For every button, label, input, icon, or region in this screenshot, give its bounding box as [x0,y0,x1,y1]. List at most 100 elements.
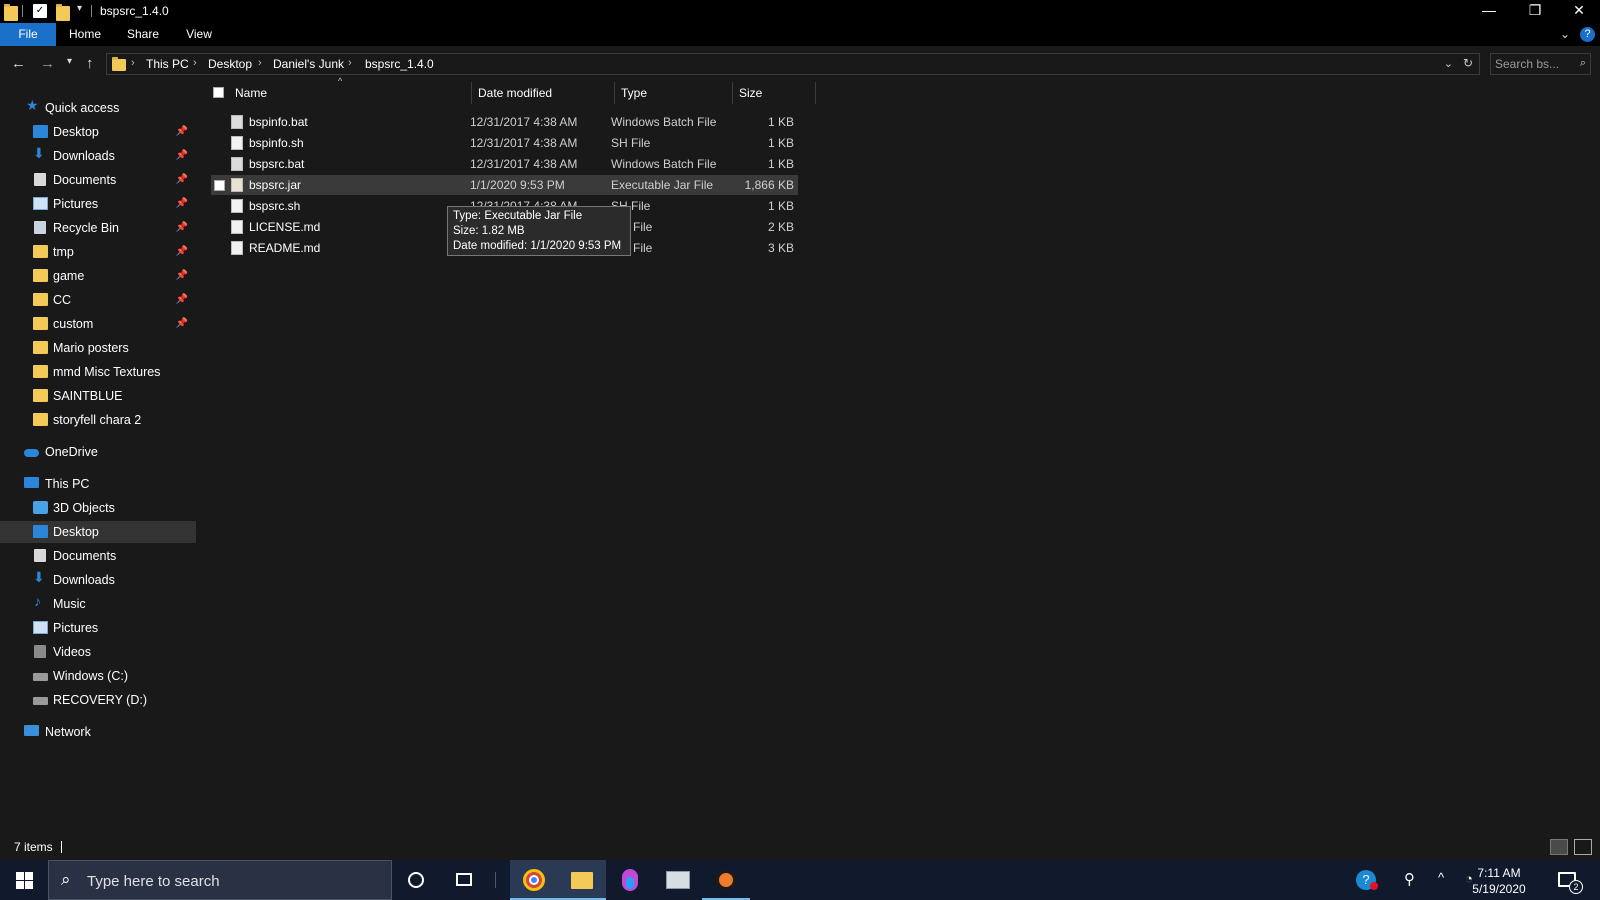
pin-icon[interactable]: 📌 [176,294,188,305]
up-arrow-icon[interactable]: ↑ [86,55,94,72]
nav-qa-cc[interactable]: CC 📌 [0,289,196,311]
windows-start-icon[interactable] [0,860,48,900]
column-header-date[interactable]: Date modified [472,82,615,104]
nav-onedrive[interactable]: OneDrive [0,441,196,463]
nav-pc-recovery-d[interactable]: RECOVERY (D:) [0,689,196,711]
help-tips-icon[interactable]: ? [1352,860,1382,900]
breadcrumb-separator[interactable]: › [258,57,262,69]
pin-icon[interactable]: 📌 [176,246,188,257]
nav-qa-mario-posters[interactable]: Mario posters [0,337,196,359]
file-name: bspsrc.sh [249,199,301,213]
nav-qa-desktop[interactable]: Desktop 📌 [0,121,196,143]
tab-home[interactable]: Home [60,23,110,46]
row-checkbox[interactable] [214,180,225,191]
nav-qa-custom[interactable]: custom 📌 [0,313,196,335]
nav-qa-documents[interactable]: Documents 📌 [0,169,196,191]
nav-qa-game[interactable]: game 📌 [0,265,196,287]
minimize-button[interactable]: — [1466,0,1512,23]
show-hidden-icons-icon[interactable]: ^ [1438,870,1444,900]
expand-ribbon-icon[interactable]: ⌄ [1560,27,1570,41]
search-input[interactable] [1495,56,1570,72]
breadcrumb-separator[interactable]: › [193,57,197,69]
tab-file[interactable]: File [0,23,56,46]
taskbar-search-input[interactable] [87,872,377,890]
nav-quick-access[interactable]: ★ Quick access [0,97,196,119]
nav-pc-3d-objects[interactable]: 3D Objects [0,497,196,519]
search-icon[interactable]: ⌕ [1580,57,1586,70]
nav-qa-saintblue[interactable]: SAINTBLUE [0,385,196,407]
column-header-name[interactable]: Name ^ [198,76,472,104]
nav-pc-videos[interactable]: Videos [0,641,196,663]
file-row[interactable]: bspsrc.bat 12/31/2017 4:38 AM Windows Ba… [211,154,798,174]
nav-qa-recycle-bin[interactable]: Recycle Bin 📌 [0,217,196,239]
nav-qa-storyfell-chara-2[interactable]: storyfell chara 2 [0,409,196,431]
column-divider[interactable] [815,82,816,104]
chrome-icon[interactable] [510,860,558,900]
pin-icon[interactable]: 📌 [176,222,188,233]
recent-locations-icon[interactable]: ▾ [67,56,72,67]
nav-label: Documents [53,173,117,187]
new-folder-icon[interactable] [56,4,70,21]
pin-icon[interactable]: 📌 [176,150,188,161]
column-label: Name [235,86,268,100]
breadcrumb-current-folder[interactable]: bspsrc_1.4.0 [365,57,434,71]
clock[interactable]: 7:11 AM 5/19/2020 [1464,865,1534,897]
nav-pc-windows-c[interactable]: Windows (C:) [0,665,196,687]
paint-app-icon[interactable] [606,860,654,900]
nav-qa-downloads[interactable]: ⬇ Downloads 📌 [0,145,196,167]
breadcrumb-separator[interactable]: › [131,57,135,69]
nav-pc-desktop[interactable]: Desktop [0,521,196,543]
restore-button[interactable]: ❐ [1512,0,1558,23]
column-header-size[interactable]: Size [733,82,816,104]
file-type: Windows Batch File [611,157,717,171]
taskbar-search[interactable]: ⌕ [48,860,392,900]
action-center-icon[interactable]: 2 [1550,860,1590,900]
folder-icon [33,245,48,258]
column-header-type[interactable]: Type [615,82,733,104]
clock-time: 7:11 AM [1477,866,1521,880]
breadcrumb-this-pc[interactable]: This PC [146,57,189,71]
cortana-icon[interactable] [392,860,440,900]
pin-icon[interactable]: 📌 [176,318,188,329]
breadcrumb-daniels-junk[interactable]: Daniel's Junk [273,57,344,71]
jar-file-icon [231,178,243,192]
pin-icon[interactable]: 📌 [176,270,188,281]
large-icons-view-icon[interactable] [1574,839,1592,855]
nav-pc-downloads[interactable]: ⬇ Downloads [0,569,196,591]
pin-icon[interactable]: 📌 [176,198,188,209]
search-box[interactable]: ⌕ [1490,53,1591,75]
people-icon[interactable]: ⚲ [1404,870,1415,900]
tab-share[interactable]: Share [118,23,168,46]
tab-view[interactable]: View [174,23,224,46]
help-icon[interactable]: ? [1580,27,1595,42]
nav-pc-music[interactable]: ♪ Music [0,593,196,615]
nav-pc-pictures[interactable]: Pictures [0,617,196,639]
nav-qa-pictures[interactable]: Pictures 📌 [0,193,196,215]
refresh-icon[interactable]: ↻ [1463,56,1473,70]
close-button[interactable]: ✕ [1556,0,1600,23]
game-app-icon[interactable] [702,860,750,900]
back-arrow-icon[interactable]: ← [11,55,26,72]
nav-pc-documents[interactable]: Documents [0,545,196,567]
file-explorer-icon[interactable] [558,860,606,900]
details-view-icon[interactable] [1550,839,1568,855]
breadcrumb-desktop[interactable]: Desktop [208,57,252,71]
nav-qa-tmp[interactable]: tmp 📌 [0,241,196,263]
forward-arrow-icon[interactable]: → [40,55,55,72]
nav-this-pc[interactable]: This PC [0,473,196,495]
pin-icon[interactable]: 📌 [176,174,188,185]
customize-toolbar-icon[interactable]: ▾ [77,3,82,18]
select-all-checkbox[interactable] [213,87,224,98]
nav-network[interactable]: Network [0,721,196,743]
breadcrumb-separator[interactable]: › [348,57,352,69]
file-row[interactable]: bspsrc.jar 1/1/2020 9:53 PM Executable J… [211,175,798,195]
pin-icon[interactable]: 📌 [176,126,188,137]
task-view-icon[interactable] [440,860,488,900]
nav-qa-mmd-misc-textures[interactable]: mmd Misc Textures [0,361,196,383]
file-row[interactable]: bspinfo.bat 12/31/2017 4:38 AM Windows B… [211,112,798,132]
address-bar[interactable]: › This PC › Desktop › Daniel's Junk › bs… [106,53,1480,75]
address-dropdown-icon[interactable]: ⌄ [1444,57,1453,70]
photos-app-icon[interactable] [654,860,702,900]
properties-icon[interactable]: ✓ [33,4,47,18]
file-row[interactable]: bspinfo.sh 12/31/2017 4:38 AM SH File 1 … [211,133,798,153]
